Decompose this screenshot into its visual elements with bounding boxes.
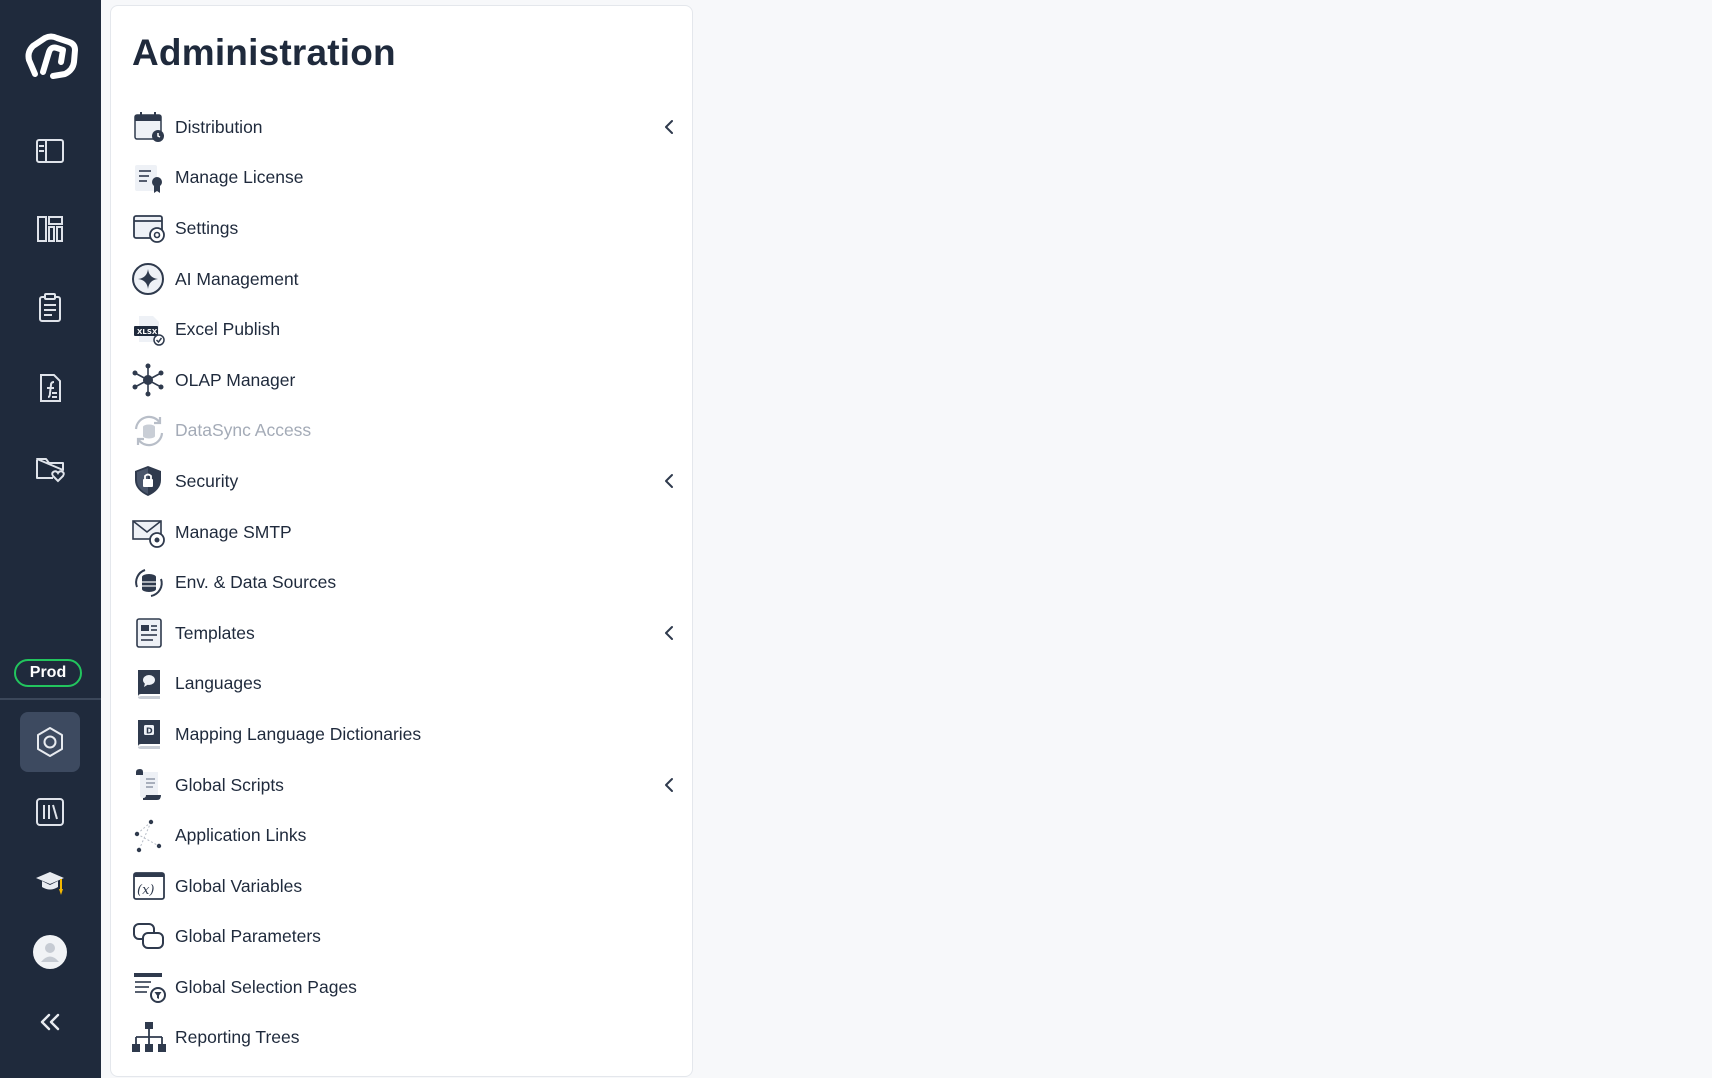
calendar-clock-icon: [131, 109, 167, 145]
menu-item-excel-publish[interactable]: XLSX Excel Publish: [131, 304, 691, 355]
clipboard-icon[interactable]: [20, 278, 80, 338]
menu-item-label: Global Selection Pages: [175, 976, 357, 997]
ai-star-icon: [131, 261, 167, 297]
menu-item-label: Application Links: [175, 825, 307, 846]
menu-item-manage-smtp[interactable]: Manage SMTP: [131, 507, 691, 558]
database-refresh-icon: [131, 565, 167, 601]
mail-gear-icon: [131, 514, 167, 550]
admin-menu: Distribution Manage License Settings AI …: [131, 102, 691, 1063]
menu-item-templates[interactable]: Templates: [131, 608, 691, 659]
parameters-chat-icon: [131, 919, 167, 955]
menu-item-reporting-trees[interactable]: Reporting Trees: [131, 1013, 691, 1064]
menu-item-global-scripts[interactable]: Global Scripts: [131, 760, 691, 811]
user-avatar-icon[interactable]: [20, 922, 80, 982]
menu-item-label: AI Management: [175, 268, 299, 289]
menu-item-label: Manage License: [175, 167, 304, 188]
menu-item-manage-license[interactable]: Manage License: [131, 153, 691, 204]
menu-item-label: Global Scripts: [175, 774, 284, 795]
menu-item-mapping-language-dictionaries[interactable]: D Mapping Language Dictionaries: [131, 709, 691, 760]
dictionary-book-icon: D: [131, 716, 167, 752]
menu-item-global-parameters[interactable]: Global Parameters: [131, 912, 691, 963]
chevron-left-icon[interactable]: [659, 117, 679, 137]
window-gear-icon: [131, 210, 167, 246]
shield-lock-icon: [131, 463, 167, 499]
menu-item-global-variables[interactable]: (x) Global Variables: [131, 861, 691, 912]
org-tree-icon: [131, 1020, 167, 1056]
logo-icon[interactable]: [19, 30, 81, 80]
function-document-icon[interactable]: [20, 358, 80, 418]
menu-item-label: Env. & Data Sources: [175, 572, 337, 593]
menu-item-label: DataSync Access: [175, 420, 312, 441]
environment-badge[interactable]: Prod: [14, 659, 82, 687]
settings-hexagon-icon[interactable]: [20, 712, 80, 772]
datasync-icon: [131, 413, 167, 449]
template-document-icon: [131, 615, 167, 651]
menu-item-env-data-sources[interactable]: Env. & Data Sources: [131, 557, 691, 608]
language-book-icon: [131, 666, 167, 702]
page-title: Administration: [132, 32, 396, 73]
menu-item-label: Excel Publish: [175, 319, 281, 340]
menu-item-label: Languages: [175, 673, 262, 694]
svg-text:(x): (x): [137, 883, 154, 898]
menu-item-label: Global Variables: [175, 875, 303, 896]
menu-item-label: Reporting Trees: [175, 1027, 300, 1048]
menu-item-security[interactable]: Security: [131, 456, 691, 507]
license-certificate-icon: [131, 160, 167, 196]
library-icon[interactable]: [20, 782, 80, 842]
chevron-left-icon[interactable]: [659, 775, 679, 795]
menu-item-label: Mapping Language Dictionaries: [175, 723, 422, 744]
menu-item-datasync-access: DataSync Access: [131, 406, 691, 457]
menu-item-label: OLAP Manager: [175, 369, 296, 390]
menu-item-languages[interactable]: Languages: [131, 659, 691, 710]
sidebar-rail: Prod: [0, 0, 101, 1078]
menu-item-global-selection-pages[interactable]: Global Selection Pages: [131, 962, 691, 1013]
administration-panel: Administration Distribution Manage Licen…: [110, 5, 693, 1077]
chevron-left-icon[interactable]: [659, 623, 679, 643]
svg-text:XLSX: XLSX: [137, 328, 158, 336]
links-nodes-icon: [131, 818, 167, 854]
collapse-chevrons-icon[interactable]: [20, 992, 80, 1052]
xlsx-check-icon: XLSX: [131, 312, 167, 348]
menu-item-label: Distribution: [175, 116, 263, 137]
dashboard-panel-icon[interactable]: [20, 121, 80, 181]
selection-filter-icon: [131, 969, 167, 1005]
favorite-folder-icon[interactable]: [20, 438, 80, 498]
layout-icon[interactable]: [20, 199, 80, 259]
graduation-cap-icon[interactable]: [20, 852, 80, 912]
menu-item-application-links[interactable]: Application Links: [131, 810, 691, 861]
menu-item-distribution[interactable]: Distribution: [131, 102, 691, 153]
menu-item-ai-management[interactable]: AI Management: [131, 254, 691, 305]
svg-text:D: D: [146, 727, 153, 736]
chevron-left-icon[interactable]: [659, 471, 679, 491]
menu-item-label: Security: [175, 470, 239, 491]
menu-item-label: Manage SMTP: [175, 521, 292, 542]
script-scroll-icon: [131, 767, 167, 803]
menu-item-label: Templates: [175, 622, 255, 643]
rail-divider: [0, 698, 101, 700]
variable-x-icon: (x): [131, 868, 167, 904]
menu-item-label: Global Parameters: [175, 926, 321, 947]
olap-network-icon: [131, 362, 167, 398]
menu-item-settings[interactable]: Settings: [131, 203, 691, 254]
menu-item-olap-manager[interactable]: OLAP Manager: [131, 355, 691, 406]
menu-item-label: Settings: [175, 217, 239, 238]
